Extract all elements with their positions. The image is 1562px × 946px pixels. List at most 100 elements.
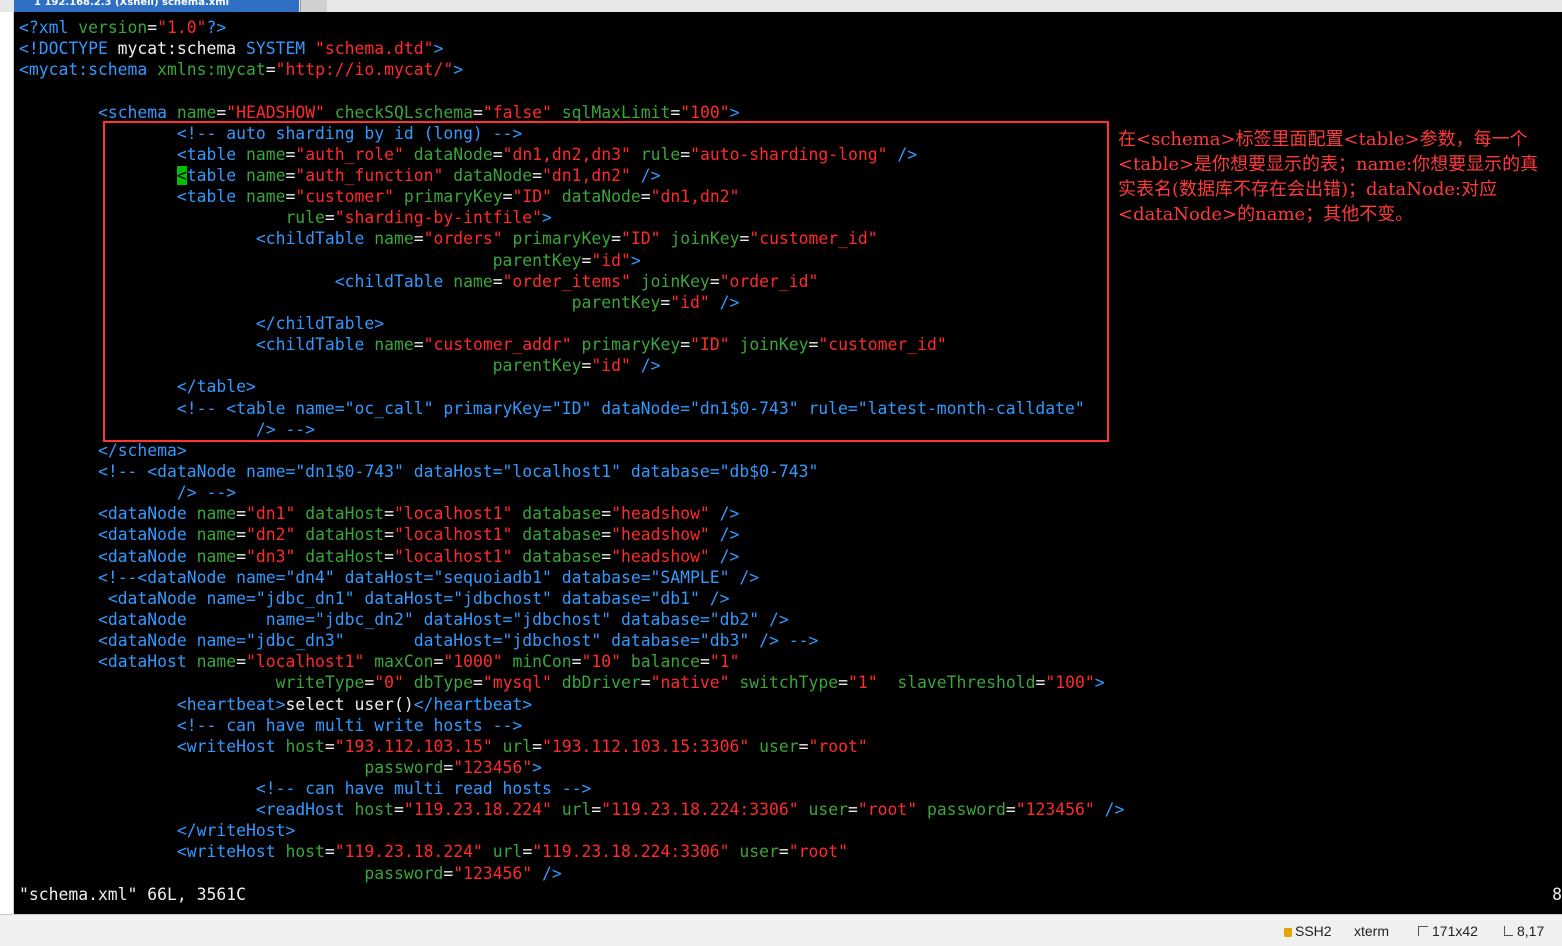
code-token: user [729, 842, 779, 862]
code-line: <!-- can have multi read hosts --> [19, 778, 1124, 799]
status-bar: SSH2 xterm 171x42 8,17 [0, 914, 1562, 946]
code-token: checkSQLschema [324, 102, 473, 122]
code-token: /> [709, 546, 740, 566]
cursor-icon [1504, 926, 1513, 936]
code-token: url [482, 842, 523, 862]
code-token: "HEADSHOW" [226, 102, 325, 122]
code-token: "headshow" [611, 546, 710, 566]
code-token: = [384, 525, 395, 545]
code-line: </schema> [19, 440, 1124, 461]
code-token: "root" [808, 736, 868, 756]
code-token: <dataNode name="jdbc_dn3" dataHost="jdbc… [97, 631, 819, 651]
code-token: "dn3" [245, 546, 296, 566]
code-token: "headshow" [611, 504, 710, 524]
code-token: slaveThreshold [877, 673, 1036, 693]
code-token: dataHost [295, 525, 385, 545]
code-token: = [236, 525, 246, 545]
code-token: "localhost1" [394, 525, 513, 545]
code-token: database [512, 525, 602, 545]
code-token: maxCon [364, 652, 434, 672]
code-token: version [68, 18, 148, 37]
code-token: "localhost1" [245, 652, 365, 672]
code-line: <!-- <dataNode name="dn1$0-743" dataHost… [19, 461, 1124, 482]
code-token: = [236, 504, 246, 524]
code-token: "1" [709, 652, 740, 672]
code-line [19, 80, 1124, 101]
code-token: database [512, 546, 602, 566]
code-token: <dataNode name="jdbc_dn1" dataHost="jdbc… [107, 588, 730, 608]
code-token: <writeHost [176, 842, 276, 862]
lock-icon [1284, 928, 1292, 937]
code-token: /> [1094, 800, 1125, 820]
code-line: password="123456" /> [19, 863, 1124, 884]
code-token: = [532, 736, 543, 756]
code-token: "1000" [443, 652, 503, 672]
edge-char: 8 [1552, 885, 1562, 904]
code-token: dataHost [295, 504, 385, 524]
code-token: host [344, 800, 394, 820]
code-token: = [236, 546, 246, 566]
code-token: <!--<dataNode name="dn4" dataHost="sequo… [97, 567, 760, 587]
code-line: </writeHost> [19, 820, 1124, 841]
code-token: <readHost [255, 800, 345, 820]
code-token: > [532, 757, 543, 777]
code-token: = [1005, 800, 1016, 820]
code-line: <writeHost host="119.23.18.224" url="119… [19, 841, 1124, 862]
code-token: = [640, 673, 651, 693]
code-token: <heartbeat> [176, 694, 286, 714]
protocol-indicator: SSH2 [1284, 923, 1332, 939]
code-token: = [433, 652, 444, 672]
code-token: "headshow" [611, 525, 710, 545]
code-token: name [186, 546, 237, 566]
code-token: = [147, 18, 158, 37]
highlight-box [103, 121, 1109, 442]
code-token: <!-- can have multi read hosts --> [255, 779, 592, 799]
code-token: dbType [403, 673, 473, 693]
code-token: <mycat:schema [19, 60, 148, 80]
code-token: = [601, 504, 612, 524]
code-token: sqlMaxLimit [551, 102, 671, 122]
code-token: = [443, 757, 454, 777]
code-token: select user() [285, 694, 414, 714]
code-token: "100" [680, 102, 730, 122]
code-token: "193.112.103.15" [334, 736, 493, 756]
code-token: = [847, 800, 858, 820]
code-token: "123456" [453, 757, 533, 777]
code-token: = [1035, 673, 1046, 693]
code-token: "dn2" [245, 525, 296, 545]
code-line: writeType="0" dbType="mysql" dbDriver="n… [19, 672, 1124, 693]
code-line: <dataNode name="dn3" dataHost="localhost… [19, 546, 1124, 567]
code-token: "root" [857, 800, 918, 820]
terminal-type: xterm [1354, 923, 1389, 939]
code-line: /> --> [19, 482, 1124, 503]
code-line: password="123456"> [19, 757, 1124, 778]
code-token: /> [709, 504, 740, 524]
code-line: <dataNode name="dn1" dataHost="localhost… [19, 503, 1124, 524]
code-token: <!DOCTYPE [19, 39, 108, 59]
cursor-position: 8,17 [1504, 923, 1544, 939]
code-token: = [778, 842, 789, 862]
code-token: SYSTEM [245, 39, 316, 59]
session-tab[interactable]: 1 192.168.2.3 (Xshell) schema.xml [14, 0, 299, 12]
code-token: ?> [206, 18, 227, 37]
code-token: "dn1" [245, 504, 296, 524]
code-token: /> [532, 863, 562, 883]
code-line: <dataHost name="localhost1" maxCon="1000… [19, 651, 1124, 672]
code-token: writeType [275, 673, 365, 693]
code-token: = [443, 863, 454, 883]
code-line: <dataNode name="jdbc_dn2" dataHost="jdbc… [19, 609, 1124, 630]
code-token: = [472, 102, 483, 122]
code-token: = [384, 546, 395, 566]
code-token: "http://io.mycat/" [275, 60, 454, 80]
new-tab-button[interactable] [300, 0, 327, 12]
code-token: "119.23.18.224" [334, 842, 483, 862]
